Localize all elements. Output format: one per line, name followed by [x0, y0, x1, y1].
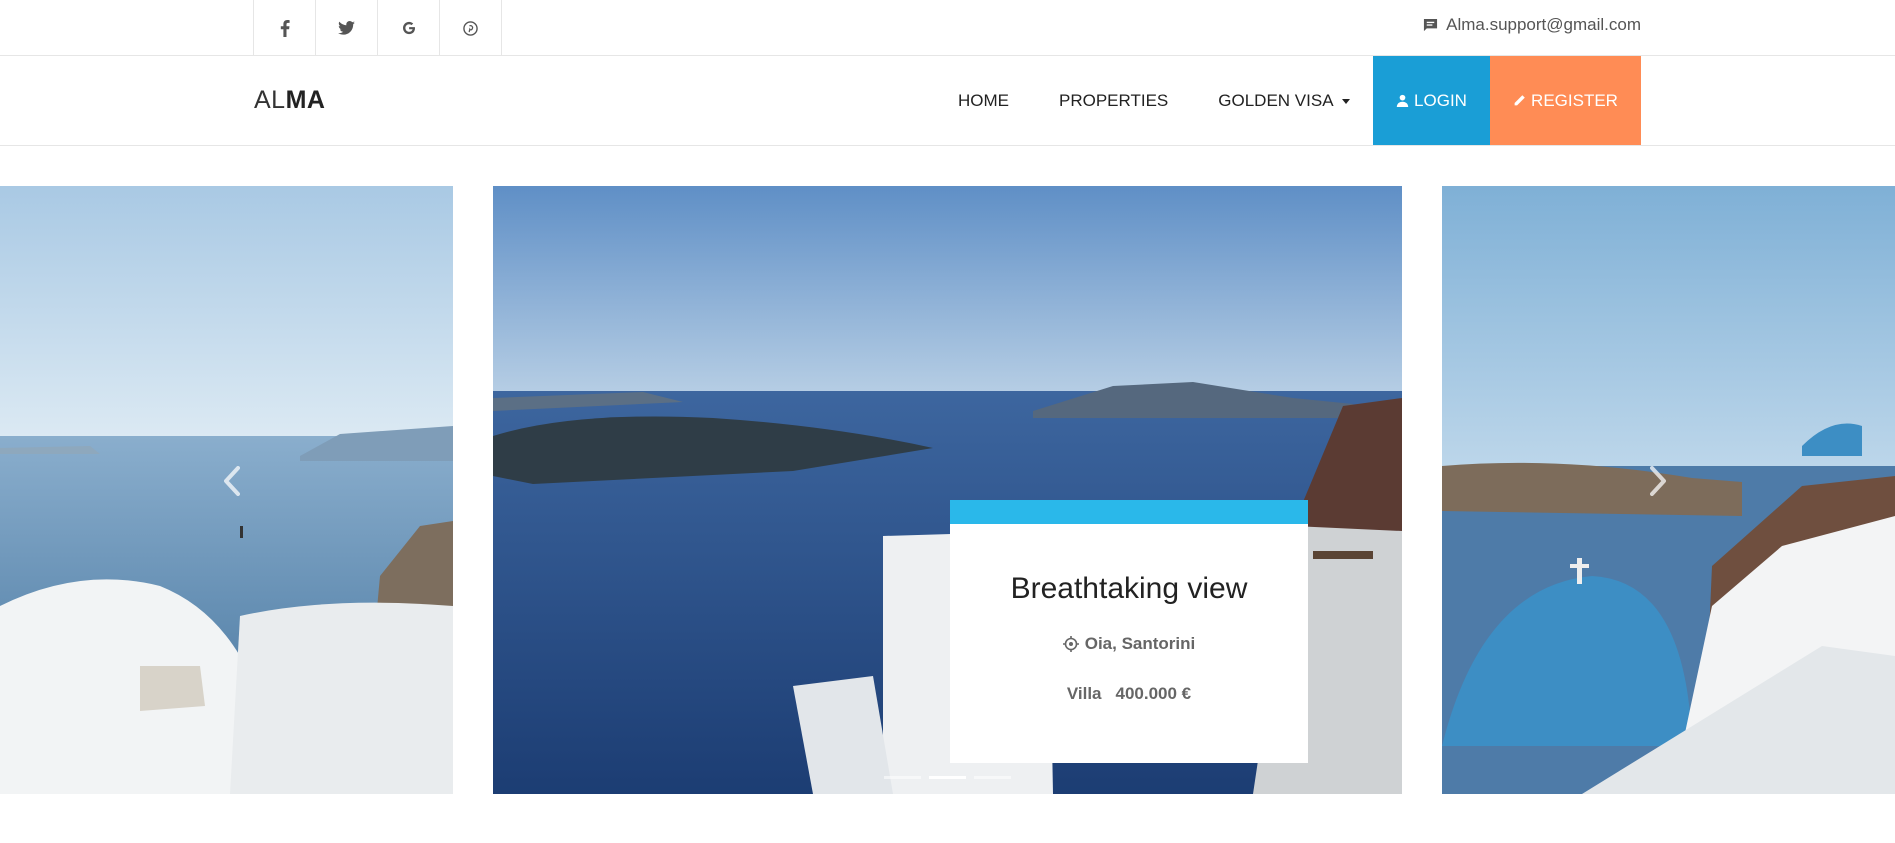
register-button[interactable]: REGISTER — [1490, 56, 1641, 145]
nav-golden-visa[interactable]: GOLDEN VISA — [1218, 91, 1350, 111]
nav-golden-visa-label: GOLDEN VISA — [1218, 91, 1334, 110]
twitter-icon[interactable] — [316, 0, 378, 56]
carousel-indicator[interactable] — [884, 776, 921, 779]
nav-home[interactable]: HOME — [958, 91, 1009, 111]
login-label: LOGIN — [1414, 90, 1467, 110]
user-icon — [1396, 94, 1409, 107]
blue-dome-church-image — [1442, 186, 1895, 794]
property-location-text: Oia, Santorini — [1084, 634, 1196, 653]
logo[interactable]: ALMA — [254, 86, 325, 115]
navbar: ALMA HOME PROPERTIES GOLDEN VISA LOGIN R… — [0, 56, 1895, 146]
property-type: Villa — [1066, 684, 1102, 703]
support-email-text: Alma.support@gmail.com — [1446, 15, 1641, 34]
carousel-prev-arrow[interactable] — [222, 464, 242, 506]
nav-properties[interactable]: PROPERTIES — [1059, 91, 1168, 111]
social-links — [253, 0, 502, 56]
google-icon[interactable] — [378, 0, 440, 56]
carousel-indicator[interactable] — [974, 776, 1011, 779]
register-label: REGISTER — [1531, 90, 1618, 110]
logo-bold: MA — [285, 86, 326, 114]
property-location: Oia, Santorini — [950, 634, 1308, 654]
pencil-icon — [1514, 95, 1525, 106]
property-meta: Villa 400.000 € — [950, 684, 1308, 704]
logo-light: AL — [254, 86, 286, 114]
message-icon — [1424, 18, 1438, 31]
chevron-left-icon — [224, 466, 240, 496]
support-email[interactable]: Alma.support@gmail.com — [1423, 15, 1641, 35]
location-pin-icon — [1062, 636, 1079, 652]
caret-down-icon — [1341, 98, 1350, 104]
carousel-slide-next[interactable] — [1442, 186, 1895, 794]
chevron-right-icon — [1650, 466, 1666, 496]
property-title: Breathtaking view — [1010, 572, 1248, 605]
facebook-icon[interactable] — [254, 0, 316, 56]
card-accent-bar — [950, 500, 1308, 524]
carousel-indicators — [884, 776, 1011, 779]
property-price: 400.000 € — [1115, 684, 1192, 703]
nav-properties-label: PROPERTIES — [1059, 91, 1169, 110]
property-card[interactable]: Breathtaking view Oia, Santorini Villa 4… — [950, 500, 1308, 763]
carousel-next-arrow[interactable] — [1648, 464, 1668, 506]
top-bar: Alma.support@gmail.com — [0, 0, 1895, 56]
nav-home-label: HOME — [958, 91, 1009, 110]
carousel-indicator-active[interactable] — [929, 776, 966, 779]
login-button[interactable]: LOGIN — [1373, 56, 1490, 145]
pinterest-icon[interactable] — [440, 0, 502, 56]
property-carousel — [0, 186, 1895, 794]
main-menu: HOME PROPERTIES GOLDEN VISA — [958, 56, 1400, 146]
